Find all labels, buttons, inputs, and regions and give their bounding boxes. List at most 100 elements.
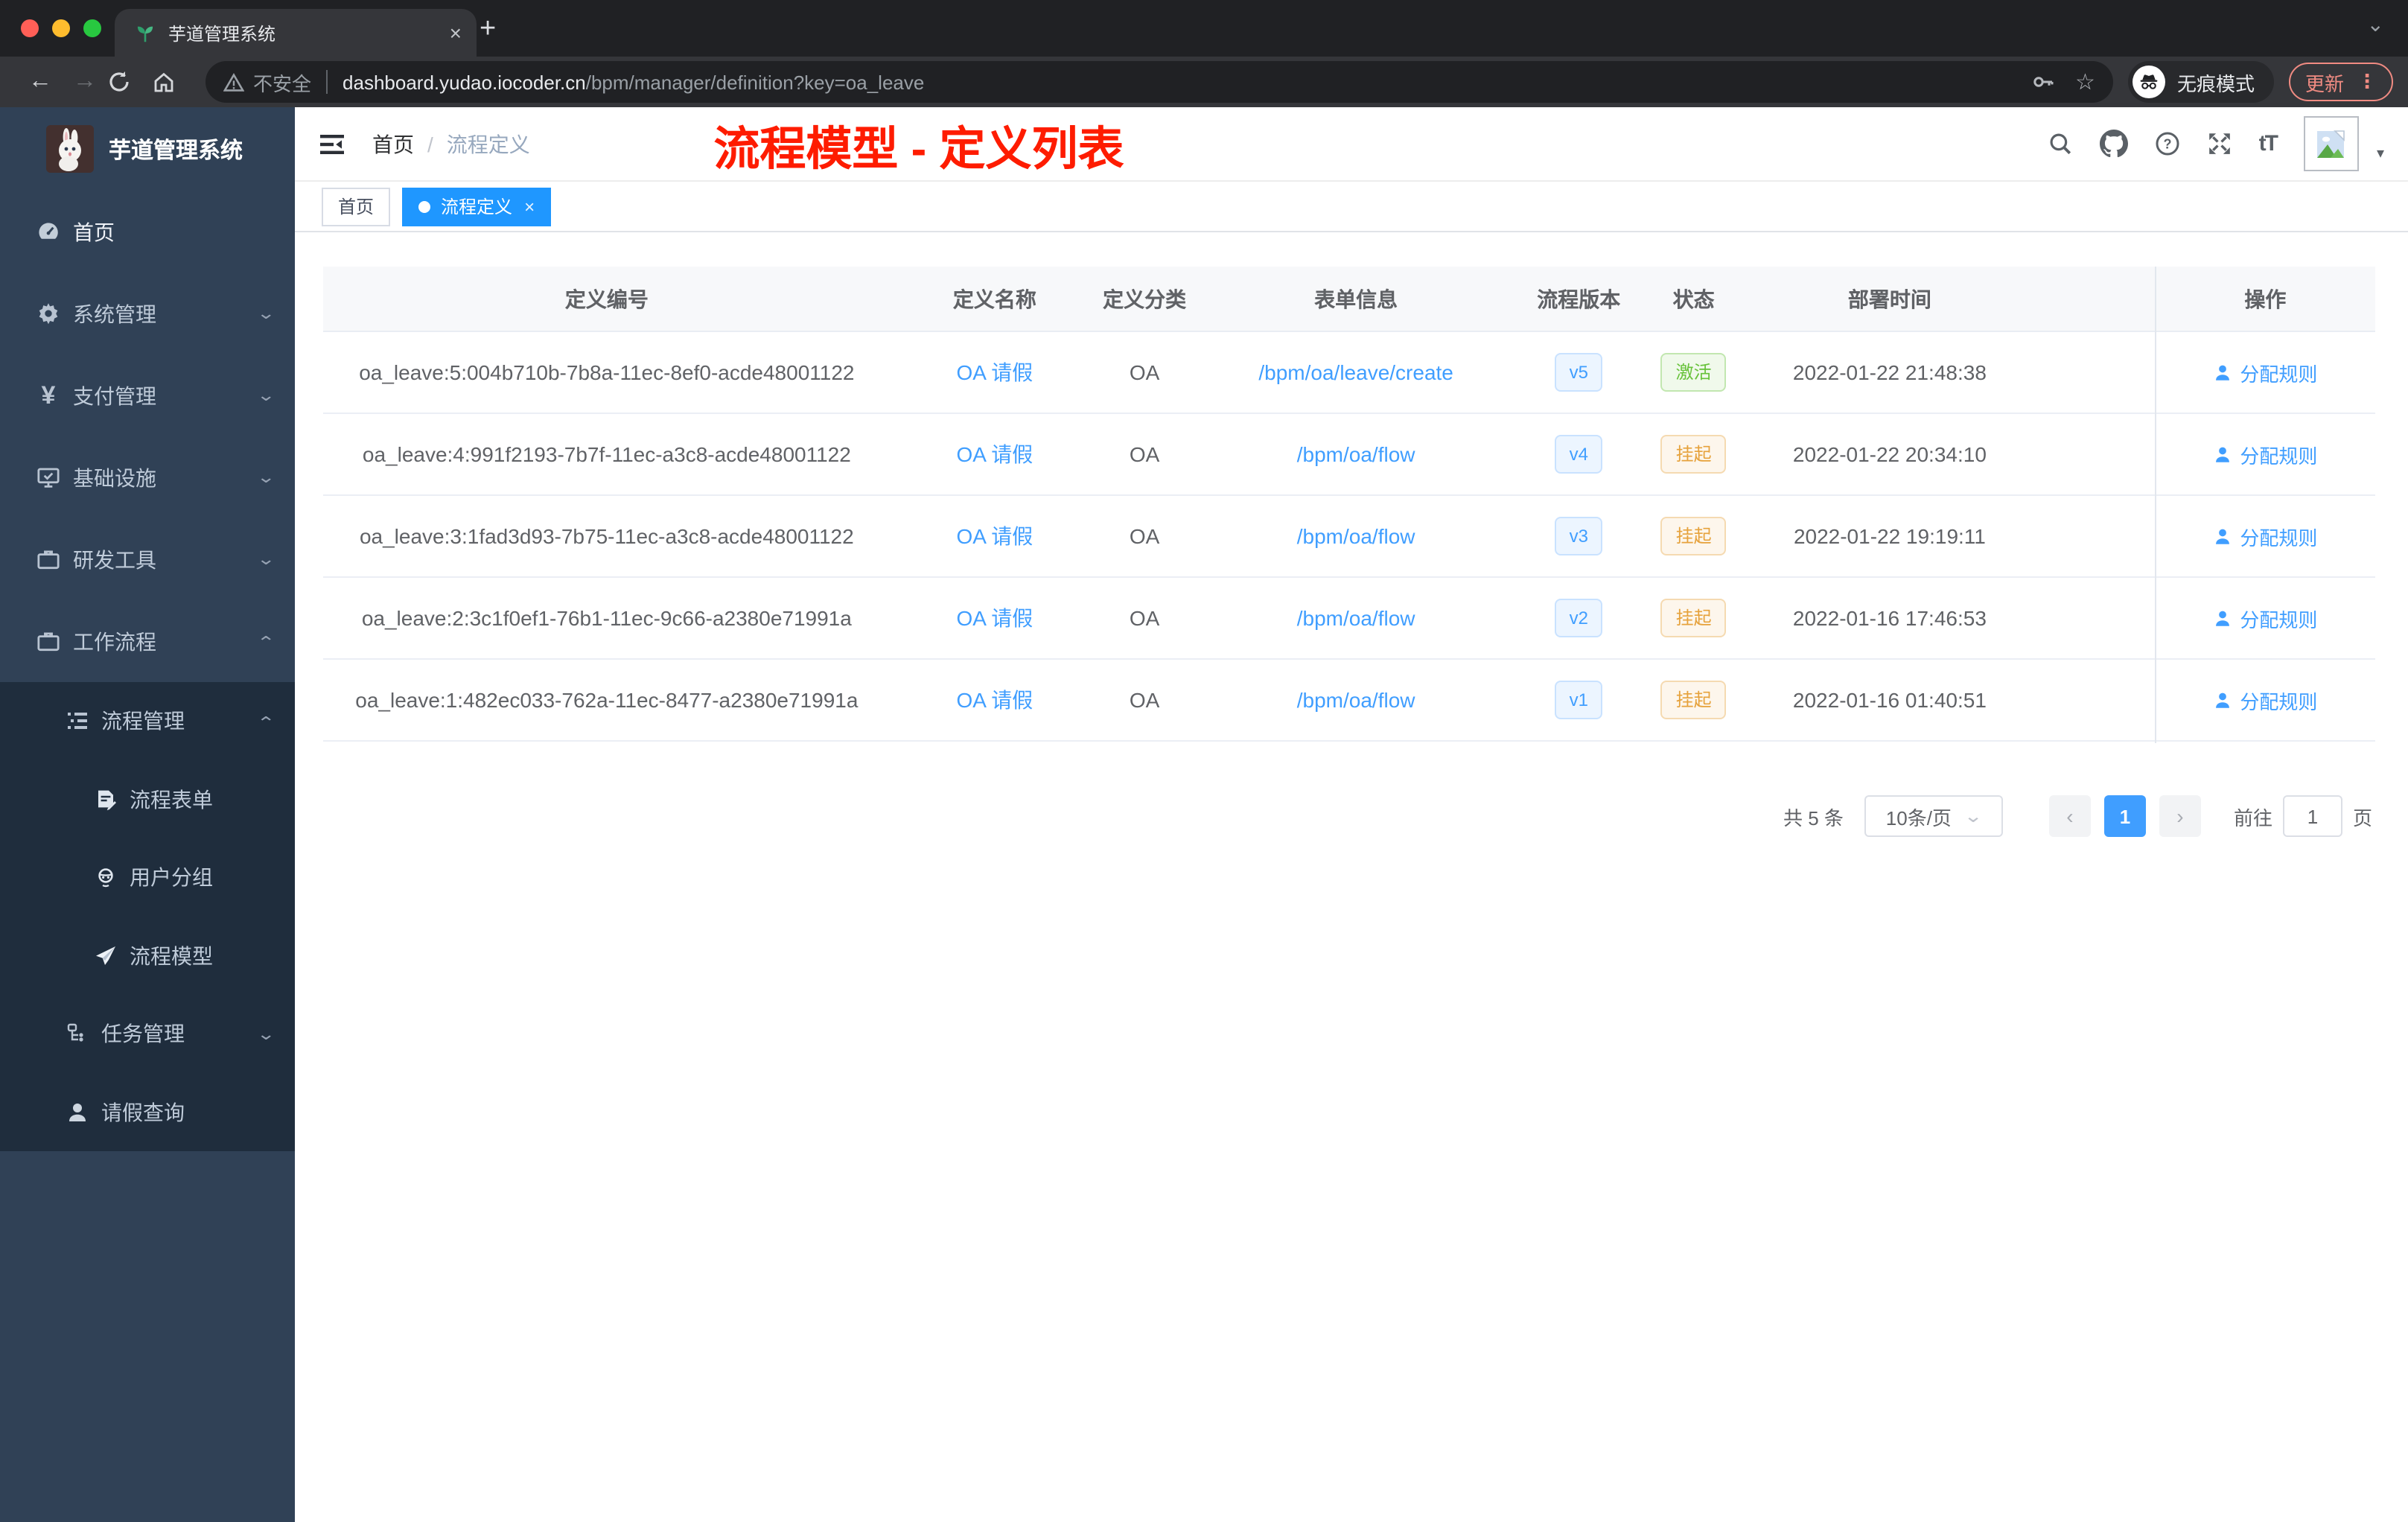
sidebar-item-home[interactable]: 首页 xyxy=(0,191,295,273)
column-header: 定义编号 xyxy=(564,287,649,311)
version-badge: v5 xyxy=(1555,353,1603,392)
back-button[interactable]: ← xyxy=(18,69,63,95)
sidebar-item-process-management[interactable]: 流程管理 ⌄ xyxy=(0,682,295,760)
sidebar-item-user-group[interactable]: 用户分组 xyxy=(0,838,295,917)
breadcrumb-home[interactable]: 首页 xyxy=(372,129,414,159)
sidebar-item-system-management[interactable]: 系统管理 ⌄ xyxy=(0,273,295,354)
column-header: 表单信息 xyxy=(1314,287,1398,311)
pagination-total: 共 5 条 xyxy=(1783,806,1844,829)
app-logo-row[interactable]: 芋道管理系统 xyxy=(0,107,295,191)
sidebar-item-process-model[interactable]: 流程模型 xyxy=(0,917,295,995)
help-icon[interactable]: ? xyxy=(2155,131,2180,156)
form-link[interactable]: /bpm/oa/flow xyxy=(1297,606,1415,630)
reload-button[interactable] xyxy=(107,70,152,94)
chevron-down-icon: ⌄ xyxy=(255,305,275,323)
close-window-button[interactable] xyxy=(21,19,39,37)
update-label[interactable]: 更新 xyxy=(2305,68,2344,96)
status-badge: 挂起 xyxy=(1660,517,1727,555)
version-badge: v1 xyxy=(1555,681,1603,719)
avatar[interactable] xyxy=(2303,116,2359,171)
app-logo-rabbit-image xyxy=(46,125,94,173)
definition-name-link[interactable]: OA 请假 xyxy=(957,524,1033,548)
form-link[interactable]: /bpm/oa/flow xyxy=(1297,442,1415,466)
form-link[interactable]: /bpm/oa/flow xyxy=(1297,524,1415,548)
page-size-select[interactable]: 10条/页 ⌄ xyxy=(1864,795,2003,837)
new-tab-button[interactable]: + xyxy=(480,13,496,46)
url-host: dashboard.yudao.iocoder.cn xyxy=(343,71,586,93)
sidebar-item-payment-management[interactable]: ¥ 支付管理 ⌄ xyxy=(0,354,295,436)
next-page-button[interactable]: › xyxy=(2159,795,2201,837)
not-secure-label[interactable]: 不安全 xyxy=(253,68,311,96)
sidebar-fold-icon[interactable] xyxy=(316,127,348,160)
definition-name-link[interactable]: OA 请假 xyxy=(957,360,1033,384)
form-edit-icon xyxy=(92,787,118,812)
yen-icon: ¥ xyxy=(41,380,56,409)
form-link[interactable]: /bpm/oa/flow xyxy=(1297,688,1415,712)
sidebar-item-dev-tools[interactable]: 研发工具 ⌄ xyxy=(0,518,295,600)
sidebar-item-leave-query[interactable]: 请假查询 xyxy=(0,1073,295,1151)
bookmark-star-icon[interactable]: ☆ xyxy=(2075,71,2095,93)
assign-rule-button[interactable]: 分配规则 xyxy=(2213,440,2317,468)
sidebar-item-infrastructure[interactable]: 基础设施 ⌄ xyxy=(0,436,295,518)
browser-menu-icon[interactable]: ⋮ xyxy=(2357,70,2377,94)
column-header: 流程版本 xyxy=(1537,287,1621,311)
definition-category: OA xyxy=(1129,606,1160,630)
assign-rule-button[interactable]: 分配规则 xyxy=(2213,358,2317,386)
form-link[interactable]: /bpm/oa/leave/create xyxy=(1258,360,1453,384)
macos-window-controls[interactable] xyxy=(21,19,101,37)
assign-rule-button[interactable]: 分配规则 xyxy=(2213,686,2317,714)
definition-id: oa_leave:4:991f2193-7b7f-11ec-a3c8-acde4… xyxy=(362,442,851,466)
maximize-window-button[interactable] xyxy=(83,19,101,37)
forward-button[interactable]: → xyxy=(63,69,107,95)
goto-page-input[interactable] xyxy=(2282,795,2342,837)
status-badge: 激活 xyxy=(1660,353,1727,392)
definition-name-link[interactable]: OA 请假 xyxy=(957,442,1033,466)
definition-table: 定义编号 定义名称 定义分类 表单信息 流程版本 状态 部署时间 操作 oa_l… xyxy=(322,267,2375,743)
page-number-1[interactable]: 1 xyxy=(2103,795,2146,837)
page-unit-label: 页 xyxy=(2352,806,2372,829)
user-group-icon xyxy=(92,865,118,891)
minimize-window-button[interactable] xyxy=(52,19,70,37)
sidebar-item-process-form[interactable]: 流程表单 xyxy=(0,760,295,838)
avatar-caret-icon[interactable]: ▾ xyxy=(2377,146,2384,162)
deploy-time: 2022-01-16 01:40:51 xyxy=(1792,688,1987,712)
tab-search-caret-icon[interactable]: ⌄ xyxy=(2367,12,2384,37)
browser-window: 芋道管理系统 × + ⌄ ← → 不安全 dashboard.yudao.ioc… xyxy=(0,0,2408,1522)
fullscreen-icon[interactable] xyxy=(2207,131,2232,156)
tag-close-icon[interactable]: × xyxy=(524,196,535,217)
column-header: 定义分类 xyxy=(1103,287,1187,311)
browser-toolbar: ← → 不安全 dashboard.yudao.iocoder.cn /bpm/… xyxy=(0,57,2408,107)
table-header-row: 定义编号 定义名称 定义分类 表单信息 流程版本 状态 部署时间 操作 xyxy=(322,267,2375,332)
definition-name-link[interactable]: OA 请假 xyxy=(957,606,1033,630)
status-badge: 挂起 xyxy=(1660,681,1727,719)
address-bar[interactable]: 不安全 dashboard.yudao.iocoder.cn /bpm/mana… xyxy=(206,61,2113,103)
github-icon[interactable] xyxy=(2099,130,2128,158)
status-badge: 挂起 xyxy=(1660,599,1727,637)
header-actions: ? tT ▾ xyxy=(2048,116,2384,171)
password-key-icon[interactable] xyxy=(2030,70,2054,94)
version-badge: v3 xyxy=(1555,517,1603,555)
tags-view-bar: 首页 流程定义 × xyxy=(295,182,2408,232)
tag-home[interactable]: 首页 xyxy=(322,187,391,226)
fixed-column-divider xyxy=(2155,267,2156,743)
search-icon[interactable] xyxy=(2048,131,2073,156)
assign-rule-button[interactable]: 分配规则 xyxy=(2213,604,2317,632)
gear-icon xyxy=(36,301,61,326)
app-page: 芋道管理系统 首页 系统管理 ⌄ ¥ 支付管理 ⌄ 基础设施 ⌄ 研发工具 ⌄ … xyxy=(0,107,2408,1522)
assign-rule-button[interactable]: 分配规则 xyxy=(2213,522,2317,550)
prev-page-button[interactable]: ‹ xyxy=(2048,795,2091,837)
not-secure-warning-icon[interactable] xyxy=(223,72,244,92)
sidebar-item-workflow[interactable]: 工作流程 ⌄ xyxy=(0,600,295,682)
breadcrumb-separator: / xyxy=(427,132,433,156)
definition-category: OA xyxy=(1129,688,1160,712)
sidebar-item-task-management[interactable]: 任务管理 ⌄ xyxy=(0,995,295,1073)
font-size-icon[interactable]: tT xyxy=(2259,131,2278,156)
chevron-down-icon: ⌄ xyxy=(255,387,275,405)
browser-tab[interactable]: 芋道管理系统 × xyxy=(115,9,477,57)
home-button[interactable] xyxy=(152,70,197,94)
tag-process-definition[interactable]: 流程定义 × xyxy=(402,187,552,226)
definition-name-link[interactable]: OA 请假 xyxy=(957,688,1033,712)
definition-category: OA xyxy=(1129,442,1160,466)
browser-update-button[interactable]: 更新 ⋮ xyxy=(2288,63,2393,101)
tab-close-icon[interactable]: × xyxy=(450,22,462,43)
